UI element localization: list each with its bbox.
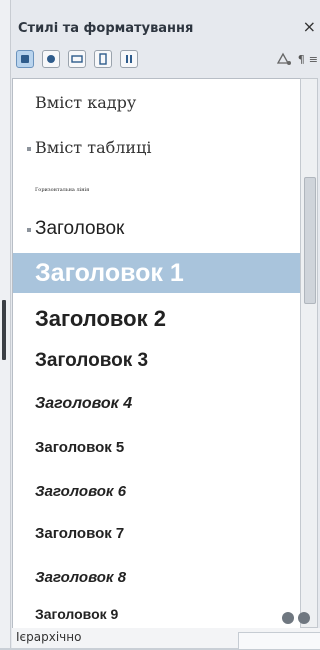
fill-format-icon[interactable]	[274, 51, 292, 67]
panel-title-bar: Стилі та форматування ×	[10, 12, 320, 44]
page-styles-button[interactable]	[94, 50, 112, 68]
bullet-icon	[27, 227, 31, 232]
panel-title: Стилі та форматування	[18, 20, 194, 36]
character-styles-button[interactable]	[42, 50, 60, 68]
style-item-label: Заголовок 8	[35, 569, 127, 586]
hierarchical-filter[interactable]: Ієрархічно	[16, 630, 81, 644]
style-item[interactable]: Заголовок 7	[13, 515, 301, 551]
dot-icon	[298, 612, 310, 624]
page-styles-icon	[99, 53, 107, 65]
style-item-label: Заголовок 2	[35, 306, 166, 331]
style-item-label: Заголовок 3	[35, 350, 149, 371]
style-item-label: Заголовок 5	[35, 439, 125, 456]
new-style-icon[interactable]: ¶	[298, 53, 305, 66]
style-item-label: Заголовок 1	[35, 259, 184, 287]
style-item[interactable]: Вміст таблиці	[13, 131, 301, 165]
style-item-label: Вміст таблиці	[35, 138, 152, 157]
style-item[interactable]: Заголовок 1	[13, 253, 301, 293]
style-item-label: Заголовок 4	[35, 395, 133, 412]
bullet-icon	[27, 146, 31, 151]
style-item[interactable]: Заголовок 4	[13, 385, 301, 421]
style-item[interactable]: Заголовок 9	[13, 599, 301, 629]
styles-list[interactable]: Вміст кадру Вміст таблиці Горизонтальна лі…	[12, 78, 302, 630]
paragraph-styles-icon	[21, 55, 29, 63]
frame-styles-button[interactable]	[68, 50, 86, 68]
list-styles-icon	[126, 55, 132, 63]
styles-list-scrollbar[interactable]	[300, 78, 318, 628]
style-actions: ¶ ≡	[274, 48, 318, 70]
styles-sidebar-panel: Стилі та форматування × ¶ ≡ Вміст кадру В…	[0, 0, 320, 650]
style-category-toolbar: ¶ ≡	[12, 48, 318, 74]
style-item-label: Горизонтальна лінія	[35, 187, 90, 193]
close-icon[interactable]: ×	[303, 17, 316, 36]
style-item-label: Заголовок 7	[35, 525, 125, 542]
style-item[interactable]: Заголовок	[13, 211, 301, 247]
style-item-label: Вміст кадру	[35, 93, 137, 112]
style-item-label: Заголовок 9	[35, 606, 119, 622]
frame-styles-icon	[71, 55, 83, 63]
preview-box	[238, 632, 320, 650]
style-item[interactable]: Заголовок 8	[13, 559, 301, 595]
style-item[interactable]: Вміст кадру	[13, 87, 301, 119]
style-item[interactable]: Заголовок 2	[13, 301, 301, 337]
style-item-label: Заголовок 6	[35, 483, 127, 500]
style-item-label: Заголовок	[35, 218, 125, 239]
list-styles-button[interactable]	[120, 50, 138, 68]
resize-handle[interactable]	[2, 300, 6, 360]
style-item[interactable]: Заголовок 3	[13, 343, 301, 379]
paragraph-styles-button[interactable]	[16, 50, 34, 68]
sidebar-edge[interactable]	[0, 0, 11, 648]
character-styles-icon	[47, 55, 55, 63]
menu-icon[interactable]: ≡	[309, 53, 318, 66]
style-item[interactable]: Заголовок 5	[13, 429, 301, 465]
style-item[interactable]: Заголовок 6	[13, 473, 301, 509]
dot-icon	[282, 612, 294, 624]
style-item[interactable]: Горизонтальна лінія	[13, 175, 301, 197]
scrollbar-thumb[interactable]	[304, 177, 316, 304]
